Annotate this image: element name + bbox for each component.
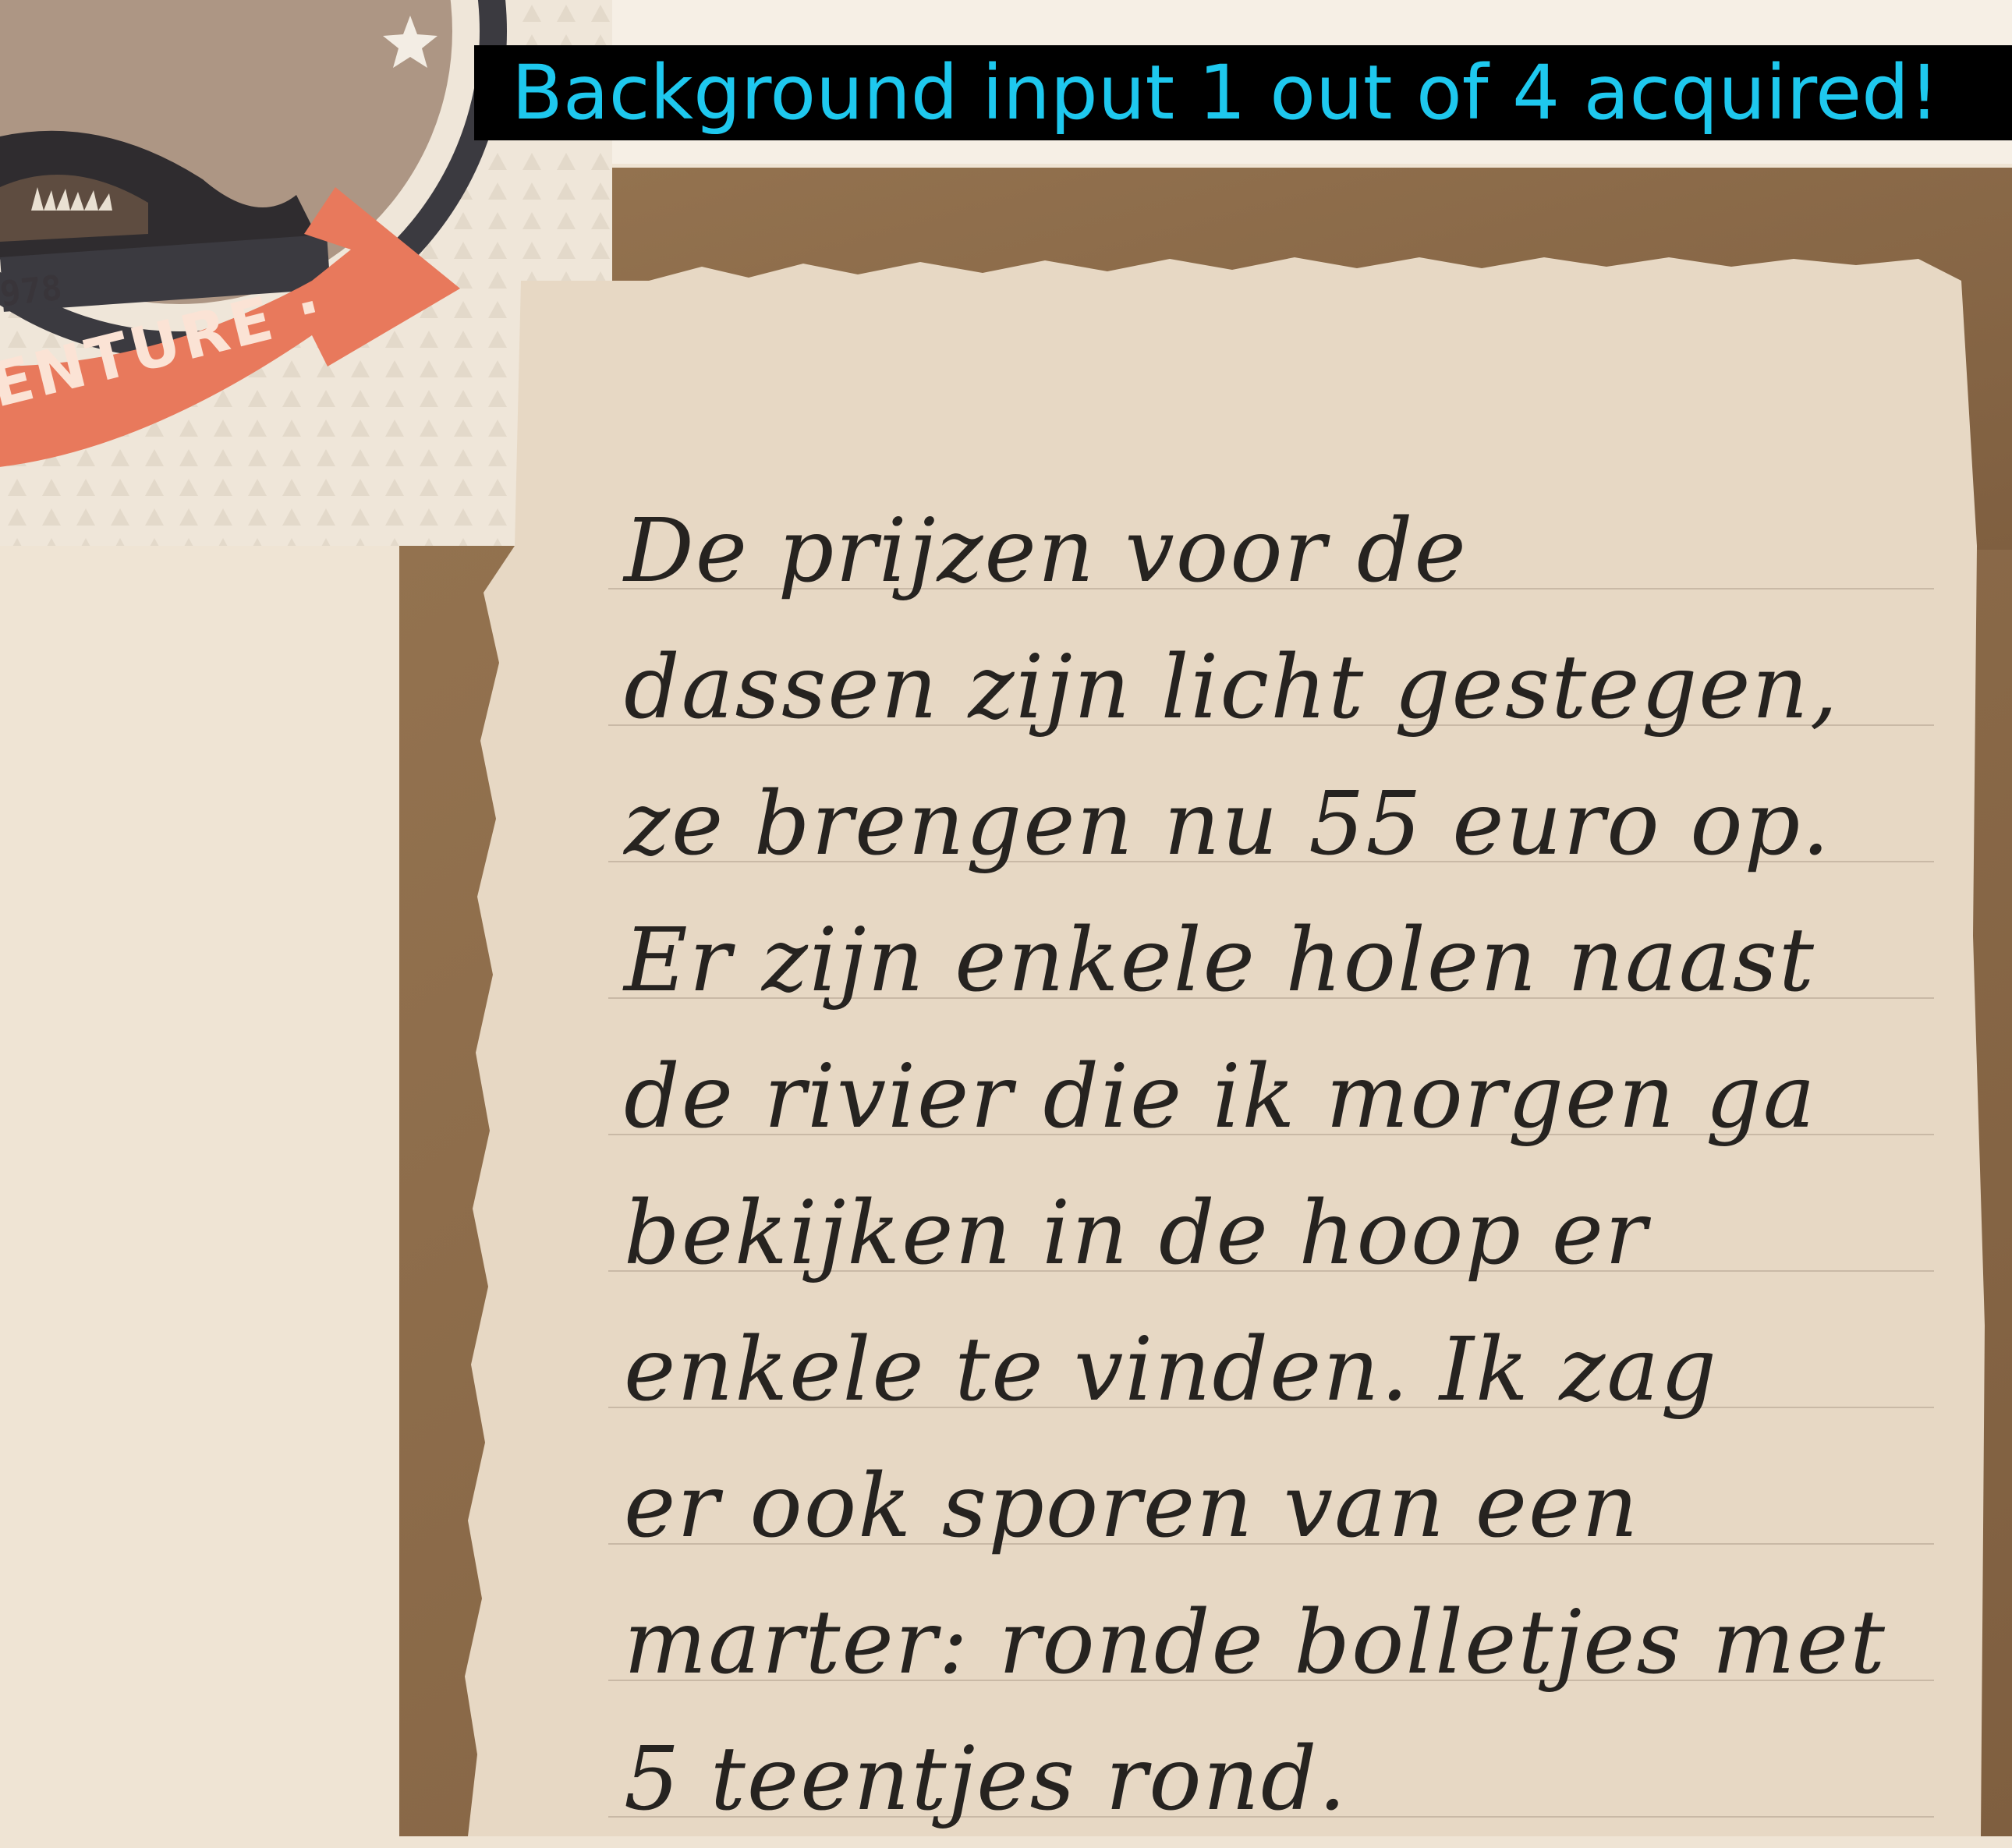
note-line: marter: ronde bolletjes met (624, 1592, 1886, 1694)
note-line: er ook sporen van een (624, 1456, 1640, 1557)
note-line: dassen zijn licht gestegen, (624, 637, 1840, 738)
status-banner: Background input 1 out of 4 acquired! (474, 45, 2012, 140)
note-line: bekijken in de hoop er (624, 1183, 1649, 1284)
note-text: De prijzen voor de dassen zijn licht ges… (624, 483, 1918, 1848)
status-banner-text: Background input 1 out of 4 acquired! (512, 49, 1939, 136)
note-line: ze brengen nu 55 euro op. (624, 774, 1831, 875)
note-line: 5 teentjes rond. (624, 1729, 1348, 1830)
note-line: enkele te vinden. Ik zag (624, 1319, 1718, 1421)
note-line: de rivier die ik morgen ga (624, 1046, 1817, 1148)
note-line: De prijzen voor de (624, 501, 1468, 602)
note-line: Er zijn enkele holen naast (624, 910, 1816, 1011)
badge-year-text: 978 (0, 267, 64, 315)
